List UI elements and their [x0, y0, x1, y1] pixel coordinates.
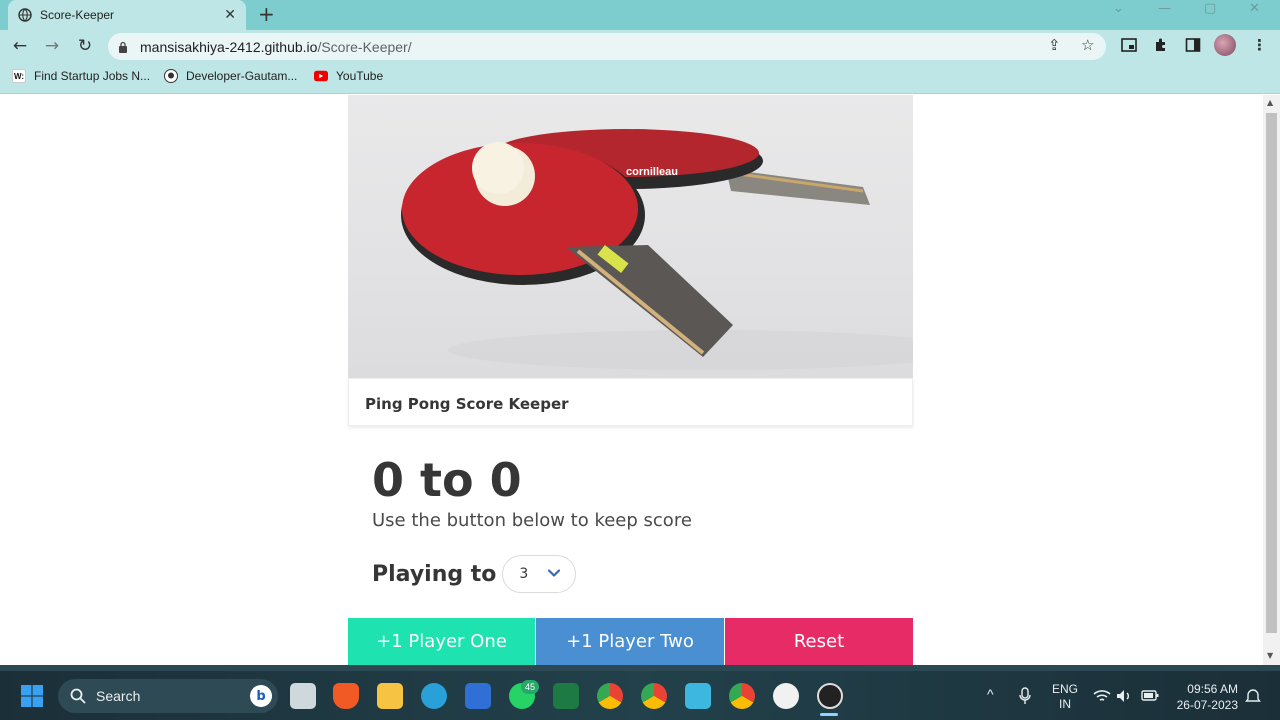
region-code: IN [1059, 697, 1071, 711]
media-player-icon[interactable] [773, 683, 799, 709]
profile-avatar[interactable] [1214, 34, 1236, 56]
playing-to-row: Playing to 3 [372, 555, 577, 593]
maximize-icon[interactable]: ▢ [1204, 0, 1216, 18]
card-content: 0 to 0 Use the button below to keep scor… [348, 430, 913, 620]
bookmark-label: Find Startup Jobs N... [34, 69, 151, 83]
youtube-icon [314, 70, 328, 82]
card-header: Ping Pong Score Keeper [348, 378, 913, 426]
bookmark-label: YouTube [336, 69, 384, 83]
clock[interactable]: 09:56 AM 26-07-2023 [1172, 681, 1238, 713]
reload-icon[interactable]: ↻ [75, 36, 95, 56]
back-icon[interactable]: ← [10, 36, 30, 56]
scroll-up-arrow-icon[interactable]: ▲ [1267, 98, 1273, 107]
page-viewport: cornilleau Ping Pong Score Keeper 0 to 0… [0, 95, 1263, 665]
tab-title: Score-Keeper [40, 8, 115, 22]
edge-icon[interactable] [421, 683, 447, 709]
language-indicator[interactable]: ENG IN [1052, 682, 1078, 712]
volume-icon[interactable] [1116, 689, 1132, 703]
taskbar-top-strip [0, 665, 1280, 671]
file-explorer-icon[interactable] [377, 683, 403, 709]
score-display: 0 to 0 [372, 453, 522, 507]
playing-to-value: 3 [519, 566, 529, 582]
minimize-icon[interactable]: — [1158, 0, 1171, 18]
svg-text:cornilleau: cornilleau [626, 166, 678, 178]
excel-icon[interactable] [553, 683, 579, 709]
browser-toolbar: ← → ↻ mansisakhiya-2412.github.io/Score-… [0, 30, 1280, 62]
clock-time: 09:56 AM [1187, 682, 1238, 696]
task-view-icon[interactable] [290, 683, 316, 709]
menu-kebab-icon[interactable]: ⋮ [1252, 36, 1267, 54]
side-panel-icon[interactable] [1185, 37, 1201, 53]
close-tab-icon[interactable]: ✕ [224, 7, 236, 23]
score-instructions: Use the button below to keep score [372, 510, 692, 531]
hidden-icons-chevron-icon[interactable]: ^ [987, 686, 994, 702]
bookmark-youtube[interactable]: YouTube [314, 69, 383, 83]
playing-to-label: Playing to [372, 561, 497, 587]
notifications-icon[interactable] [1245, 688, 1261, 704]
vscode-icon[interactable] [465, 683, 491, 709]
bookmark-startup-jobs[interactable]: W: Find Startup Jobs N... [12, 69, 150, 83]
new-tab-icon[interactable]: + [258, 2, 275, 26]
close-window-icon[interactable]: ✕ [1249, 0, 1260, 18]
search-icon [70, 688, 86, 704]
chrome-icon-2[interactable] [641, 683, 667, 709]
wifi-icon[interactable] [1093, 689, 1111, 703]
scroll-down-arrow-icon[interactable]: ▼ [1267, 651, 1273, 660]
picture-in-picture-icon[interactable] [1121, 37, 1137, 53]
card-title: Ping Pong Score Keeper [365, 395, 569, 413]
lock-icon [119, 41, 127, 53]
taskbar-search-box[interactable]: Search b [58, 679, 278, 713]
windows-start-icon[interactable] [20, 684, 44, 708]
ping-pong-paddles-image: cornilleau [348, 95, 913, 378]
notepad-icon[interactable] [685, 683, 711, 709]
forward-icon[interactable]: → [42, 36, 62, 56]
chrome-icon-1[interactable] [597, 683, 623, 709]
active-app-indicator [820, 713, 838, 716]
whatsapp-badge: 45 [521, 680, 539, 694]
share-icon[interactable]: ⇪ [1048, 36, 1061, 54]
score-keeper-card: cornilleau Ping Pong Score Keeper 0 to 0… [348, 95, 913, 665]
bookmark-star-icon[interactable]: ☆ [1081, 36, 1094, 54]
score-buttons: +1 Player One +1 Player Two Reset [348, 618, 913, 665]
tab-score-keeper[interactable]: Score-Keeper ✕ [8, 0, 246, 30]
obs-studio-icon[interactable] [817, 683, 843, 709]
bookmark-developer-gautam[interactable]: Developer-Gautam... [164, 69, 297, 83]
chevron-down-icon [548, 569, 561, 577]
bookmarks-bar: W: Find Startup Jobs N... Developer-Gaut… [0, 62, 1280, 94]
tab-search-chevron-icon[interactable]: ⌄ [1113, 0, 1124, 18]
tab-strip: Score-Keeper ✕ + ⌄ — ▢ ✕ [0, 0, 1280, 30]
bookmark-label: Developer-Gautam... [186, 69, 298, 83]
clock-date: 26-07-2023 [1176, 698, 1238, 712]
address-bar[interactable]: mansisakhiya-2412.github.io/Score-Keeper… [108, 33, 1106, 60]
chrome-icon-3[interactable] [729, 683, 755, 709]
player-one-button[interactable]: +1 Player One [348, 618, 535, 665]
page-scrollbar[interactable]: ▲ ▼ [1263, 95, 1280, 665]
brave-browser-icon[interactable] [333, 683, 359, 709]
scrollbar-thumb[interactable] [1266, 113, 1277, 633]
globe-icon [18, 8, 32, 22]
url-text: mansisakhiya-2412.github.io/Score-Keeper… [140, 38, 412, 55]
reset-button[interactable]: Reset [725, 618, 913, 665]
player-two-button[interactable]: +1 Player Two [536, 618, 724, 665]
github-icon [164, 69, 178, 83]
extensions-icon[interactable] [1153, 37, 1169, 53]
battery-icon[interactable] [1141, 689, 1159, 702]
search-label: Search [96, 688, 141, 704]
playing-to-select[interactable]: 3 [502, 555, 577, 593]
language-code: ENG [1052, 682, 1079, 696]
bing-icon[interactable]: b [250, 685, 272, 707]
paddles-illustration: cornilleau [401, 129, 913, 370]
wellfound-icon: W: [12, 69, 26, 83]
microphone-icon[interactable] [1019, 687, 1031, 705]
